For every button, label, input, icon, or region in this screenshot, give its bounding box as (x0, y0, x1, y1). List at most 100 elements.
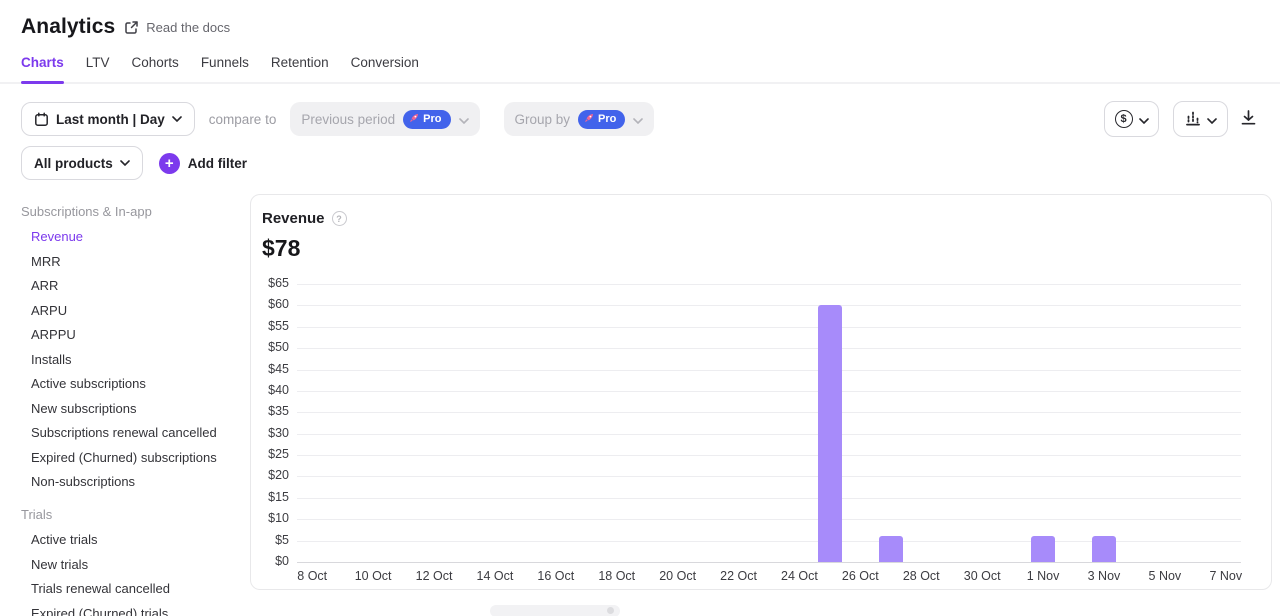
sidebar-item-arpu[interactable]: ARPU (21, 304, 249, 317)
sidebar-item-active-trials[interactable]: Active trials (21, 533, 249, 546)
sidebar-item-expired-churned-trials[interactable]: Expired (Churned) trials (21, 607, 249, 616)
external-link-icon (124, 20, 139, 35)
y-axis-label: $45 (251, 362, 289, 376)
peek-dot (607, 607, 614, 614)
x-axis-label: 20 Oct (659, 569, 696, 583)
chevron-down-icon (633, 112, 643, 127)
pro-badge-label: Pro (598, 113, 616, 125)
sidebar-item-new-trials[interactable]: New trials (21, 558, 249, 571)
y-axis-label: $55 (251, 319, 289, 333)
sidebar-item-revenue[interactable]: Revenue (21, 230, 249, 243)
page-title: Analytics (21, 15, 115, 39)
pro-badge: Pro (403, 110, 450, 129)
sidebar-item-active-subscriptions[interactable]: Active subscriptions (21, 377, 249, 390)
plus-circle-icon: + (159, 153, 180, 174)
sidebar-item-expired-churned-subscriptions[interactable]: Expired (Churned) subscriptions (21, 451, 249, 464)
bar-3-nov[interactable] (1092, 536, 1116, 562)
pro-badge-label: Pro (423, 113, 441, 125)
bar-chart-plot: $0$5$10$15$20$25$30$35$40$45$50$55$60$65… (251, 195, 1271, 589)
sidebar-item-installs[interactable]: Installs (21, 353, 249, 366)
sidebar-section: Subscriptions & In-appRevenueMRRARRARPUA… (21, 204, 249, 488)
y-axis-label: $10 (251, 511, 289, 525)
gridline (297, 498, 1241, 499)
currency-select-button[interactable]: $ (1104, 101, 1159, 137)
x-axis-label: 14 Oct (477, 569, 514, 583)
y-axis-label: $50 (251, 340, 289, 354)
y-axis-label: $35 (251, 404, 289, 418)
y-axis-label: $0 (251, 554, 289, 568)
gridline (297, 327, 1241, 328)
x-axis-label: 8 Oct (297, 569, 327, 583)
y-axis-label: $30 (251, 426, 289, 440)
compare-to-label: compare to (209, 112, 277, 127)
y-axis-label: $15 (251, 490, 289, 504)
x-axis-label: 16 Oct (537, 569, 574, 583)
download-button[interactable] (1238, 105, 1259, 133)
chart-type-icon (1185, 110, 1201, 129)
chart-type-button[interactable] (1173, 101, 1228, 137)
gridline (297, 519, 1241, 520)
tab-funnels[interactable]: Funnels (201, 55, 249, 82)
y-axis-label: $5 (251, 533, 289, 547)
group-by-select[interactable]: Group by Pro (504, 102, 655, 136)
y-axis-label: $60 (251, 297, 289, 311)
gridline (297, 284, 1241, 285)
metrics-sidebar: Subscriptions & In-appRevenueMRRARRARPUA… (21, 204, 249, 616)
sidebar-item-new-subscriptions[interactable]: New subscriptions (21, 402, 249, 415)
gridline (297, 434, 1241, 435)
bar-25-oct[interactable] (818, 305, 842, 562)
previous-period-select[interactable]: Previous period Pro (290, 102, 479, 136)
tab-bar: Charts LTV Cohorts Funnels Retention Conversi… (0, 55, 1280, 84)
add-filter-label: Add filter (188, 156, 247, 171)
sidebar-item-non-subscriptions[interactable]: Non-subscriptions (21, 475, 249, 488)
sidebar-section: Trials Active trials New trials Trials rene… (21, 507, 249, 616)
tab-charts[interactable]: Charts (21, 55, 64, 82)
filter-bar: Last month | Day compare to Previous per… (0, 101, 1280, 137)
read-the-docs-label: Read the docs (146, 20, 230, 35)
sidebar-item-subscriptions-renewal-cancelled[interactable]: Subscriptions renewal cancelled (21, 426, 249, 439)
x-axis-label: 5 Nov (1149, 569, 1182, 583)
gridline (297, 455, 1241, 456)
tab-conversion[interactable]: Conversion (351, 55, 419, 82)
read-the-docs-link[interactable]: Read the docs (124, 20, 230, 35)
pro-badge: Pro (578, 110, 625, 129)
chevron-down-icon (459, 112, 469, 127)
gridline (297, 476, 1241, 477)
filter-bar-secondary: All products + Add filter (0, 146, 1280, 180)
sidebar-item-arr[interactable]: ARR (21, 279, 249, 292)
x-axis-label: 3 Nov (1088, 569, 1121, 583)
x-axis-label: 28 Oct (903, 569, 940, 583)
sidebar-item-arppu[interactable]: ARPPU (21, 328, 249, 341)
sidebar-item-mrr[interactable]: MRR (21, 255, 249, 268)
rocket-icon (584, 113, 594, 126)
chevron-down-icon (1207, 112, 1217, 127)
currency-dollar-icon: $ (1115, 110, 1133, 128)
next-card-peek (490, 605, 620, 616)
gridline (297, 370, 1241, 371)
x-axis-label: 7 Nov (1209, 569, 1242, 583)
date-range-picker[interactable]: Last month | Day (21, 102, 195, 136)
all-products-select[interactable]: All products (21, 146, 143, 180)
chevron-down-icon (120, 160, 130, 166)
main-content: Subscriptions & In-appRevenueMRRARRARPUA… (0, 194, 1280, 616)
bar-27-oct[interactable] (879, 536, 903, 562)
sidebar-item-trials-renewal-cancelled[interactable]: Trials renewal cancelled (21, 582, 249, 595)
gridline (297, 412, 1241, 413)
y-axis-label: $40 (251, 383, 289, 397)
group-by-label: Group by (515, 112, 571, 127)
gridline (297, 305, 1241, 306)
add-filter-button[interactable]: + Add filter (159, 153, 247, 174)
tab-ltv[interactable]: LTV (86, 55, 110, 82)
bar-1-nov[interactable] (1031, 536, 1055, 562)
sidebar-section-header: Trials (21, 507, 249, 522)
tab-cohorts[interactable]: Cohorts (132, 55, 179, 82)
gridline (297, 348, 1241, 349)
y-axis-label: $65 (251, 276, 289, 290)
tab-retention[interactable]: Retention (271, 55, 329, 82)
date-range-value: Last month | Day (56, 112, 165, 127)
gridline (297, 562, 1241, 563)
y-axis-label: $25 (251, 447, 289, 461)
all-products-value: All products (34, 156, 113, 171)
x-axis-label: 22 Oct (720, 569, 757, 583)
gridline (297, 391, 1241, 392)
